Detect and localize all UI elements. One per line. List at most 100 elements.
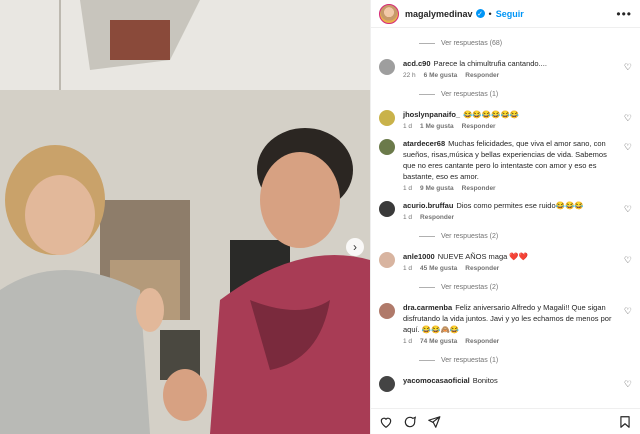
- comment-likes[interactable]: 74 Me gusta: [420, 338, 457, 345]
- comment-body: jhoslynpanaifo_ 😂😂😂😂😂😂 1 d 1 Me gusta Respon…: [403, 109, 616, 130]
- action-bar: [371, 408, 640, 434]
- follow-button[interactable]: Seguir: [496, 9, 524, 19]
- reply-button[interactable]: Responder: [462, 123, 496, 130]
- view-replies-label: Ver respuestas (2): [441, 232, 499, 240]
- list-item: atardecer68 Muchas felicidades, que viva …: [379, 138, 632, 192]
- comment-username[interactable]: atardecer68: [403, 139, 445, 148]
- avatar[interactable]: [379, 376, 395, 392]
- post-header: magalymedinav ✓ • Seguir •••: [371, 0, 640, 28]
- comment-meta: 1 d 45 Me gusta Responder: [403, 265, 616, 272]
- comment-text: atardecer68 Muchas felicidades, que viva …: [403, 138, 616, 182]
- comment-text: anle1000 NUEVE AÑOS maga ❤️❤️: [403, 251, 616, 262]
- comment-likes[interactable]: 6 Me gusta: [424, 72, 458, 79]
- reply-button[interactable]: Responder: [465, 72, 499, 79]
- comment-text: jhoslynpanaifo_ 😂😂😂😂😂😂: [403, 109, 616, 120]
- comment-body: acd.c90 Parece la chimultrufia cantando..…: [403, 58, 616, 79]
- view-replies-button[interactable]: Ver respuestas (2): [379, 229, 632, 243]
- reply-button[interactable]: Responder: [465, 338, 499, 345]
- reply-button[interactable]: Responder: [420, 214, 454, 221]
- comment-meta: 1 d Responder: [403, 214, 616, 221]
- list-item: acurio.bruffau Dios como permites ese rui…: [379, 200, 632, 221]
- comment-content: NUEVE AÑOS maga ❤️❤️: [437, 252, 529, 261]
- divider: [419, 42, 435, 44]
- comment-time: 1 d: [403, 265, 413, 272]
- avatar[interactable]: [379, 252, 395, 268]
- heart-icon[interactable]: [379, 415, 393, 429]
- comment-content: Bonitos: [472, 376, 498, 385]
- divider: [419, 286, 435, 288]
- comment-username[interactable]: acurio.bruffau: [403, 201, 453, 210]
- comment-time: 1 d: [403, 123, 413, 130]
- save-icon[interactable]: [618, 415, 632, 429]
- reply-button[interactable]: Responder: [462, 185, 496, 192]
- view-replies-label: Ver respuestas (1): [441, 356, 499, 364]
- comment-content: 😂😂😂😂😂😂: [463, 110, 520, 119]
- comment-icon[interactable]: [403, 415, 417, 429]
- comment-content: Dios como permites ese ruido😂😂😂: [456, 201, 584, 210]
- comment-username[interactable]: acd.c90: [403, 59, 431, 68]
- comments-list: Ver respuestas (68) acd.c90 Parece la chim…: [371, 28, 640, 408]
- heart-icon[interactable]: ♡: [624, 204, 632, 215]
- more-options-icon[interactable]: •••: [616, 7, 632, 21]
- comment-time: 1 d: [403, 338, 413, 345]
- comment-body: acurio.bruffau Dios como permites ese rui…: [403, 200, 616, 221]
- view-replies-button[interactable]: Ver respuestas (68): [379, 36, 632, 50]
- heart-icon[interactable]: ♡: [624, 113, 632, 124]
- list-item: dra.carmenba Feliz aniversario Alfredo y …: [379, 302, 632, 345]
- comment-body: dra.carmenba Feliz aniversario Alfredo y …: [403, 302, 616, 345]
- verified-icon: ✓: [475, 9, 485, 18]
- comment-body: atardecer68 Muchas felicidades, que viva …: [403, 138, 616, 192]
- comment-meta: 22 h 6 Me gusta Responder: [403, 72, 616, 79]
- comment-username[interactable]: anle1000: [403, 252, 435, 261]
- list-item: anle1000 NUEVE AÑOS maga ❤️❤️ 1 d 45 Me gus…: [379, 251, 632, 272]
- view-replies-label: Ver respuestas (68): [441, 39, 503, 47]
- view-replies-label: Ver respuestas (2): [441, 283, 499, 291]
- avatar[interactable]: [379, 139, 395, 155]
- reply-button[interactable]: Responder: [465, 265, 499, 272]
- comment-body: yacomocasaoficial Bonitos: [403, 375, 616, 392]
- avatar[interactable]: [379, 201, 395, 217]
- view-replies-button[interactable]: Ver respuestas (2): [379, 280, 632, 294]
- divider: [419, 93, 435, 95]
- avatar[interactable]: [379, 110, 395, 126]
- comment-content: Parece la chimultrufia cantando....: [433, 59, 547, 68]
- comment-meta: 1 d 1 Me gusta Responder: [403, 123, 616, 130]
- comment-meta: 1 d 9 Me gusta Responder: [403, 185, 616, 192]
- comment-likes[interactable]: 45 Me gusta: [420, 265, 457, 272]
- separator: •: [488, 8, 492, 19]
- list-item: acd.c90 Parece la chimultrufia cantando..…: [379, 58, 632, 79]
- comment-time: 22 h: [403, 72, 416, 79]
- heart-icon[interactable]: ♡: [624, 306, 632, 317]
- comment-username[interactable]: jhoslynpanaifo_: [403, 110, 460, 119]
- comment-text: acurio.bruffau Dios como permites ese rui…: [403, 200, 616, 211]
- comment-time: 1 d: [403, 185, 413, 192]
- comment-username[interactable]: yacomocasaoficial: [403, 376, 470, 385]
- comment-body: anle1000 NUEVE AÑOS maga ❤️❤️ 1 d 45 Me gus…: [403, 251, 616, 272]
- view-replies-button[interactable]: Ver respuestas (1): [379, 353, 632, 367]
- view-replies-label: Ver respuestas (1): [441, 90, 499, 98]
- list-item: yacomocasaoficial Bonitos ♡: [379, 375, 632, 392]
- comment-username[interactable]: dra.carmenba: [403, 303, 452, 312]
- list-item: jhoslynpanaifo_ 😂😂😂😂😂😂 1 d 1 Me gusta Respon…: [379, 109, 632, 130]
- comment-meta: 1 d 74 Me gusta Responder: [403, 338, 616, 345]
- heart-icon[interactable]: ♡: [624, 142, 632, 153]
- share-icon[interactable]: [427, 415, 441, 429]
- post-media[interactable]: ›: [0, 0, 370, 434]
- comment-text: dra.carmenba Feliz aniversario Alfredo y …: [403, 302, 616, 335]
- comment-text: yacomocasaoficial Bonitos: [403, 375, 616, 386]
- avatar[interactable]: [379, 59, 395, 75]
- video-frame: [0, 0, 370, 434]
- heart-icon[interactable]: ♡: [624, 255, 632, 266]
- comments-panel: magalymedinav ✓ • Seguir ••• Ver respues…: [370, 0, 640, 434]
- avatar[interactable]: [379, 303, 395, 319]
- comment-likes[interactable]: 9 Me gusta: [420, 185, 454, 192]
- comment-likes[interactable]: 1 Me gusta: [420, 123, 454, 130]
- avatar[interactable]: [379, 3, 399, 24]
- heart-icon[interactable]: ♡: [624, 379, 632, 390]
- header-username[interactable]: magalymedinav: [405, 9, 473, 19]
- view-replies-button[interactable]: Ver respuestas (1): [379, 87, 632, 101]
- next-arrow-button[interactable]: ›: [346, 238, 364, 256]
- comment-time: 1 d: [403, 214, 413, 221]
- heart-icon[interactable]: ♡: [624, 62, 632, 73]
- divider: [419, 359, 435, 361]
